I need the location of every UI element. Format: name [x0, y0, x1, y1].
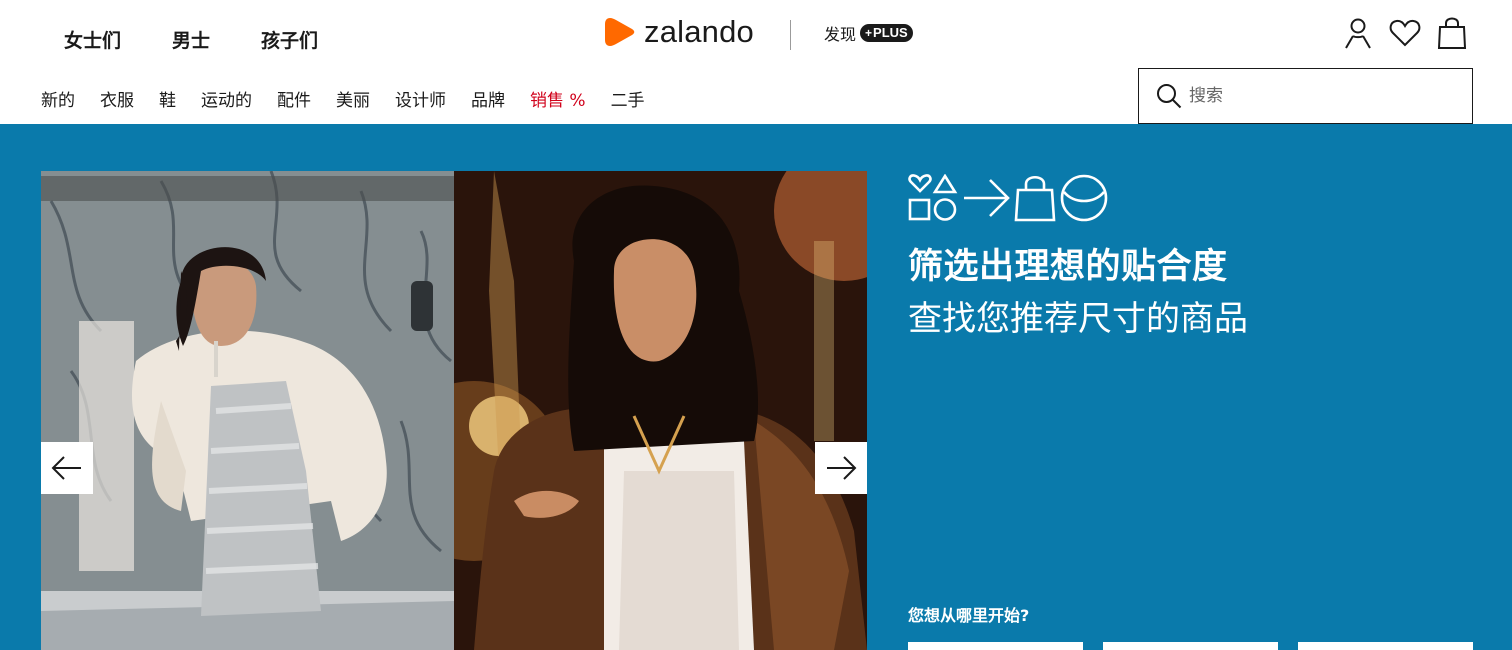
nav-women[interactable]: 女士们: [64, 26, 121, 53]
promo-icon-row: [908, 174, 1248, 222]
carousel-next-button[interactable]: [815, 442, 867, 494]
hero-carousel: [41, 171, 867, 650]
cat-shoes[interactable]: 鞋: [159, 86, 176, 111]
search-icon: [1155, 82, 1183, 110]
cat-sports[interactable]: 运动的: [201, 86, 252, 111]
cat-pre-owned[interactable]: 二手: [611, 86, 645, 111]
fit-promo: 筛选出理想的贴合度 查找您推荐尺寸的商品: [908, 174, 1248, 340]
nav-men[interactable]: 男士: [172, 26, 210, 53]
user-icon: [1345, 18, 1371, 49]
cat-new[interactable]: 新的: [41, 86, 75, 111]
start-options: [908, 642, 1493, 650]
fashion-photo-2: [454, 171, 867, 650]
fashion-photo-1: [41, 171, 454, 650]
cat-designer[interactable]: 设计师: [395, 86, 446, 111]
cat-brands[interactable]: 品牌: [471, 86, 505, 111]
start-option-3[interactable]: [1298, 642, 1473, 650]
promo-title: 筛选出理想的贴合度: [908, 247, 1228, 287]
discover-label: 发现: [824, 25, 857, 44]
search-box[interactable]: [1138, 68, 1473, 124]
header-actions: [1342, 16, 1468, 50]
carousel-slide-1[interactable]: [41, 171, 454, 650]
promo-subtitle: 查找您推荐尺寸的商品: [908, 299, 1248, 339]
arrow-right-icon: [827, 456, 857, 480]
plus-mark-icon: +: [865, 26, 873, 40]
wishlist-button[interactable]: [1389, 16, 1421, 50]
shopping-bag-icon: [1014, 175, 1056, 222]
cat-accessories[interactable]: 配件: [277, 86, 311, 111]
site-header: 女士们 男士 孩子们 zalando 发现 + PLUS 新的 衣服 鞋 运动的…: [0, 0, 1512, 124]
cat-clothing[interactable]: 衣服: [100, 86, 134, 111]
smiley-icon: [1060, 174, 1108, 222]
logo-text: zalando: [644, 14, 754, 49]
shapes-icon: [908, 174, 958, 221]
plus-label: PLUS: [873, 25, 908, 40]
account-button[interactable]: [1342, 16, 1374, 50]
arrow-right-icon: [964, 179, 1010, 217]
search-input[interactable]: [1189, 86, 1449, 106]
bag-icon: [1437, 17, 1467, 49]
cat-beauty[interactable]: 美丽: [336, 86, 370, 111]
category-nav: 新的 衣服 鞋 运动的 配件 美丽 设计师 品牌 销售 % 二手: [41, 86, 670, 111]
cat-sale[interactable]: 销售 %: [530, 86, 586, 111]
hero-banner: 筛选出理想的贴合度 查找您推荐尺寸的商品 您想从哪里开始?: [0, 124, 1512, 650]
discover-plus-link[interactable]: 发现 + PLUS: [824, 21, 913, 45]
nav-kids[interactable]: 孩子们: [261, 26, 318, 53]
start-question: 您想从哪里开始?: [908, 606, 1030, 625]
heart-icon: [1389, 19, 1421, 47]
start-option-2[interactable]: [1103, 642, 1278, 650]
start-option-1[interactable]: [908, 642, 1083, 650]
cart-button[interactable]: [1436, 16, 1468, 50]
zalando-logo[interactable]: zalando: [604, 14, 754, 50]
zalando-logo-mark-icon: [605, 18, 635, 46]
logo-divider: [790, 20, 791, 50]
carousel-slide-2[interactable]: [454, 171, 867, 650]
plus-badge: + PLUS: [860, 24, 913, 42]
gender-nav: 女士们 男士 孩子们: [64, 26, 318, 53]
carousel-prev-button[interactable]: [41, 442, 93, 494]
arrow-left-icon: [51, 456, 81, 480]
